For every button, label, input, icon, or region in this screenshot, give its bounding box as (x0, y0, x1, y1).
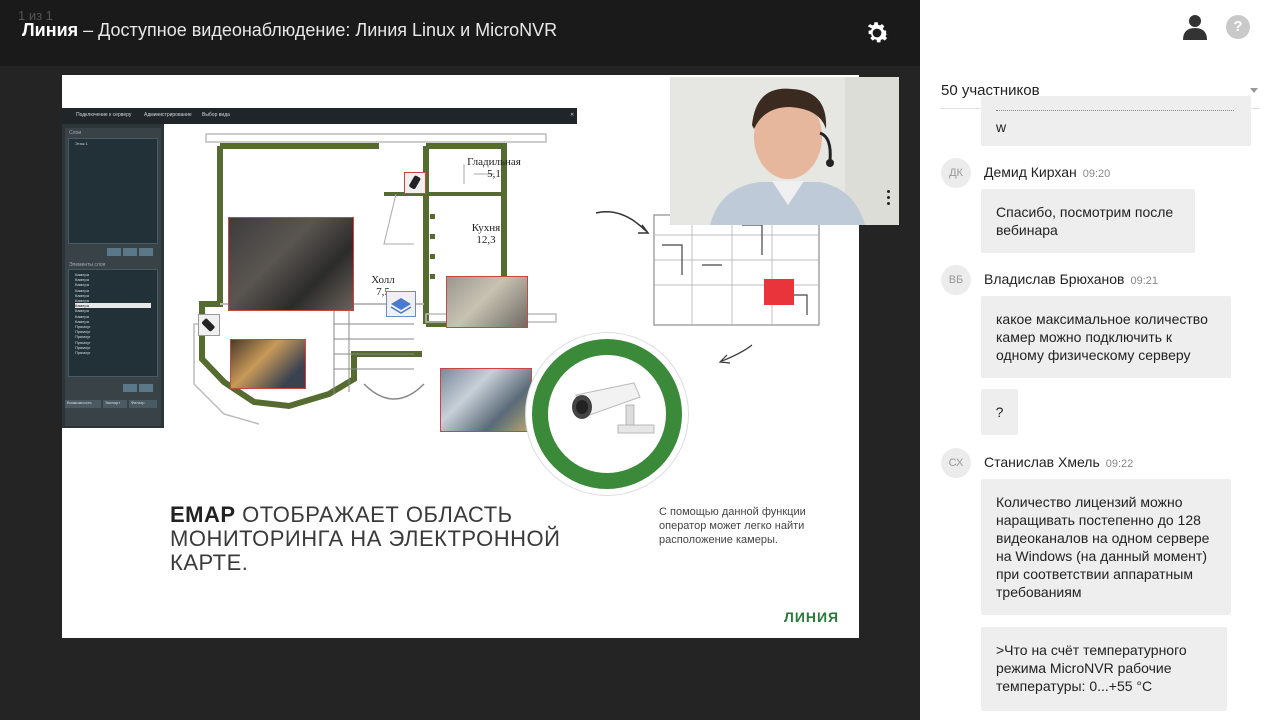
camera-snapshot (440, 368, 532, 432)
message-time: 09:20 (1082, 168, 1111, 180)
app-button (139, 248, 153, 256)
avatar: ДК (941, 158, 971, 188)
room-area: 12,3 (476, 234, 496, 246)
camera-marker-icon (198, 314, 220, 336)
chat-bubble: Количество лицензий можно наращивать пос… (981, 479, 1231, 615)
user-icon[interactable] (1183, 14, 1207, 40)
help-icon[interactable]: ? (1226, 15, 1250, 39)
message-time: 09:22 (1105, 458, 1134, 470)
camera-snapshot (228, 217, 354, 311)
app-bottom-button: Экспорт (103, 400, 127, 408)
presentation-stage: 1 из 1 Линия – Доступное видеонаблюдение… (0, 0, 920, 720)
floor-plan: Гладильная 5,1 Кухня 12,3 Холл 7,5 (164, 124, 577, 432)
linia-logo: ЛИНИЯ (784, 609, 839, 625)
app-bottom-button: Фильтр (129, 400, 157, 408)
chat-bubble: >Что на счёт температурного режима Micro… (981, 627, 1227, 711)
chat-bubble: Спасибо, посмотрим после вебинара (981, 189, 1195, 253)
more-options-icon[interactable] (885, 187, 891, 208)
title-text: – Доступное видеонаблюдение: Линия Linux… (78, 20, 558, 40)
app-button (123, 248, 137, 256)
headline-bold: EMAP (170, 502, 236, 527)
author-name: Станислав Хмель (984, 454, 1100, 470)
message-time: 09:21 (1130, 275, 1158, 287)
chat-bubble: какое максимальное количество камер можн… (981, 296, 1231, 378)
presenter-figure (670, 77, 899, 225)
chat-bubble-text: w (996, 119, 1007, 135)
camera-snapshot (446, 276, 528, 328)
slide-caption: С помощью данной функции оператор может … (659, 506, 806, 546)
room-name: Кухня (471, 222, 501, 234)
message-author: Станислав Хмель 09:22 (984, 454, 1133, 470)
cctv-camera-icon (572, 382, 655, 434)
chat-bubble: w (981, 96, 1251, 146)
message-author: Демид Кирхан 09:20 (984, 164, 1110, 180)
room-area: 5,1 (487, 168, 501, 180)
app-button (123, 384, 137, 392)
presenter-video[interactable] (670, 77, 899, 225)
camera-marker-icon (404, 172, 426, 194)
camera-snapshot (230, 339, 306, 389)
app-toolbar-item: Администрирование (144, 112, 192, 118)
layer-item: Этаж 1 (75, 141, 88, 146)
gear-icon[interactable] (862, 18, 892, 48)
app-close-icon: ✕ (570, 112, 575, 118)
emap-app-screenshot: Подключение к серверу Администрирование … (62, 108, 577, 432)
author-name: Владислав Брюханов (984, 271, 1125, 287)
link-fragment (996, 110, 1234, 114)
camera-badge (532, 339, 682, 489)
app-sidebar: Слои Этаж 1 Элементы слоя Камера Камера Ка… (65, 128, 161, 426)
app-element-list: Камера Камера Камера Камера Камера Камера Каме… (69, 270, 157, 357)
chevron-down-icon[interactable] (1250, 88, 1258, 93)
app-bottom-button: Возможность (65, 400, 101, 408)
app-panel-label: Слои (69, 130, 82, 136)
app-button (139, 384, 153, 392)
app-toolbar-item: Подключение к серверу (76, 112, 132, 118)
avatar: ВБ (941, 265, 971, 295)
room-name: Холл (371, 274, 395, 286)
layer-elements-panel: Камера Камера Камера Камера Камера Камера Каме… (68, 269, 158, 377)
message-author: Владислав Брюханов 09:21 (984, 271, 1158, 287)
room-label: Гладильная 5,1 (464, 156, 524, 180)
layers-panel: Этаж 1 (68, 138, 158, 244)
app-toolbar: Подключение к серверу Администрирование … (62, 108, 577, 124)
webinar-title: Линия – Доступное видеонаблюдение: Линия… (22, 20, 557, 41)
title-brand: Линия (22, 20, 79, 40)
presentation-header: 1 из 1 Линия – Доступное видеонаблюдение… (0, 0, 920, 66)
slide-headline: EMAP ОТОБРАЖАЕТ ОБЛАСТЬ МОНИТОРИНГА НА Э… (170, 503, 570, 575)
app-toolbar-item: Выбор вида (202, 112, 230, 118)
camera-marker-icon (386, 291, 416, 317)
chat-bubble: ? (981, 389, 1018, 435)
author-name: Демид Кирхан (984, 164, 1077, 180)
avatar: СХ (941, 448, 971, 478)
logo-text: ЛИНИЯ (784, 609, 840, 625)
room-label: Кухня 12,3 (464, 222, 508, 246)
room-name: Гладильная (467, 156, 521, 168)
app-panel-label: Элементы слоя (69, 262, 106, 268)
app-button (107, 248, 121, 256)
app-list-item: Прямоуг (75, 350, 91, 356)
